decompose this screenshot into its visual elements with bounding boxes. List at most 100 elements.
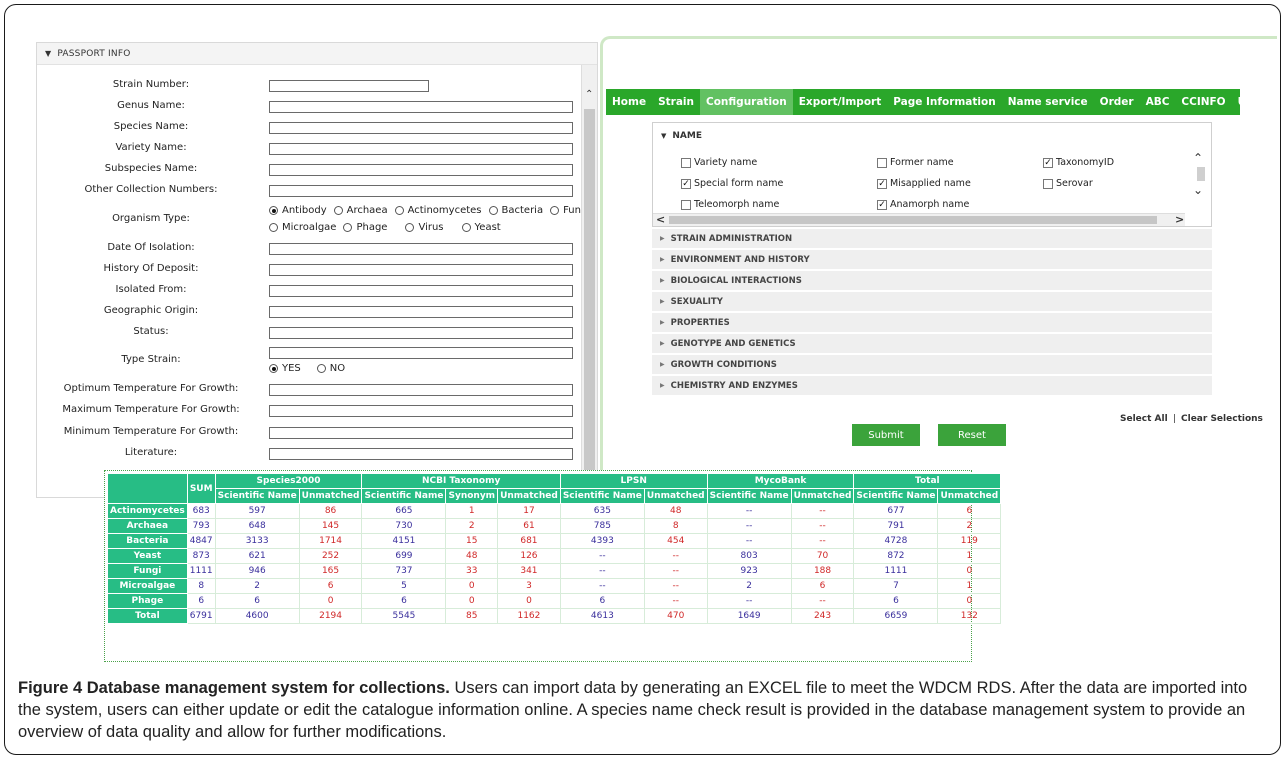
- checkbox-box[interactable]: [681, 157, 691, 168]
- date-of-isolation-input[interactable]: [269, 243, 573, 255]
- select-all-link[interactable]: Select All: [1120, 414, 1168, 424]
- nav-home[interactable]: Home: [606, 89, 652, 115]
- nav-user[interactable]: User: [1232, 89, 1271, 115]
- name-section-title: NAME: [672, 131, 702, 141]
- radio-yeast[interactable]: [461, 223, 471, 232]
- nav-page-information[interactable]: Page Information: [887, 89, 1001, 115]
- reset-button[interactable]: Reset: [938, 424, 1006, 446]
- maximum-temp-input[interactable]: [269, 405, 573, 417]
- section-biological-interactions[interactable]: ▶ BIOLOGICAL INTERACTIONS: [652, 271, 1212, 290]
- subspecies-name-input[interactable]: [269, 164, 573, 176]
- variety-name-input[interactable]: [269, 143, 573, 155]
- table-cell: 6: [361, 593, 447, 609]
- selection-links: Select All | Clear Selections: [1120, 414, 1263, 424]
- radio-yeast-label: Yeast: [474, 222, 501, 233]
- radio-microalgae[interactable]: [269, 223, 278, 232]
- scroll-down-icon[interactable]: ⌄: [1193, 183, 1203, 197]
- section-sexuality[interactable]: ▶ SEXUALITY: [652, 292, 1212, 311]
- table-body: Actinomycetes 683 597 86 665 1 17 635 48 -- -- 677 6…: [107, 503, 1002, 624]
- vertical-scroll-thumb[interactable]: [1197, 167, 1205, 181]
- column-header: Scientific Name: [559, 488, 645, 504]
- nav-strain[interactable]: Strain: [652, 89, 700, 115]
- nav-name-service[interactable]: Name service: [1002, 89, 1094, 115]
- scroll-left-icon[interactable]: <: [656, 213, 665, 226]
- checkbox-box[interactable]: [681, 199, 691, 210]
- passport-scrollbar[interactable]: ⌃: [581, 65, 597, 497]
- table-cell: 8: [643, 518, 708, 534]
- checkbox-anamorph-name[interactable]: ✓ Anamorph name: [877, 199, 969, 210]
- optimum-temp-input[interactable]: [269, 384, 573, 396]
- checkmark-icon[interactable]: ✓: [681, 178, 691, 189]
- checkbox-former-name[interactable]: Former name: [877, 157, 954, 168]
- radio-actinomycetes[interactable]: [394, 206, 404, 215]
- name-section-header[interactable]: ▼ NAME: [653, 123, 1211, 141]
- main-navbar: Home Strain Configuration Export/Import …: [606, 89, 1265, 115]
- type-strain-input[interactable]: [269, 347, 573, 359]
- section-strain-administration[interactable]: ▶ STRAIN ADMINISTRATION: [652, 229, 1212, 248]
- horizontal-scroll-thumb[interactable]: [669, 216, 1157, 224]
- checkmark-icon[interactable]: ✓: [1043, 157, 1053, 168]
- species-name-input[interactable]: [269, 122, 573, 134]
- radio-fungi[interactable]: [550, 206, 560, 215]
- section-chemistry-enzymes[interactable]: ▶ CHEMISTRY AND ENZYMES: [652, 376, 1212, 395]
- nav-ccinfo[interactable]: CCINFO: [1175, 89, 1231, 115]
- checkmark-icon[interactable]: ✓: [877, 199, 887, 210]
- checkbox-serovar[interactable]: Serovar: [1043, 178, 1093, 189]
- radio-no[interactable]: [316, 364, 326, 373]
- nav-abc[interactable]: ABC: [1140, 89, 1176, 115]
- name-horizontal-scrollbar[interactable]: < >: [653, 213, 1185, 226]
- table-cell: 6: [937, 503, 1002, 519]
- checkbox-misapplied-name[interactable]: ✓ Misapplied name: [877, 178, 971, 189]
- strain-number-input[interactable]: [269, 80, 429, 92]
- organism-type-radios-line2: Microalgae Phage Virus Yeast: [269, 222, 501, 233]
- checkbox-taxonomyid[interactable]: ✓ TaxonomyID: [1043, 157, 1114, 168]
- table-cell: 0: [445, 593, 499, 609]
- section-environment-history[interactable]: ▶ ENVIRONMENT AND HISTORY: [652, 250, 1212, 269]
- minimum-temp-input[interactable]: [269, 427, 573, 439]
- table-cell: 621: [214, 548, 300, 564]
- radio-antibody[interactable]: [269, 206, 278, 215]
- isolated-from-input[interactable]: [269, 285, 573, 297]
- name-vertical-scrollbar[interactable]: ⌃ ⌄: [1185, 149, 1211, 215]
- passport-info-header[interactable]: ▼ PASSPORT INFO: [37, 43, 597, 65]
- checkbox-box[interactable]: [877, 157, 887, 168]
- scroll-up-icon[interactable]: ⌃: [585, 89, 593, 100]
- nav-order[interactable]: Order: [1094, 89, 1140, 115]
- radio-archaea[interactable]: [333, 206, 343, 215]
- checkbox-teleomorph-name[interactable]: Teleomorph name: [681, 199, 779, 210]
- passport-scroll-thumb[interactable]: [584, 109, 595, 493]
- section-growth-conditions[interactable]: ▶ GROWTH CONDITIONS: [652, 355, 1212, 374]
- status-input[interactable]: [269, 327, 573, 339]
- table-cell: 0: [497, 593, 561, 609]
- submit-button[interactable]: Submit: [852, 424, 920, 446]
- radio-virus[interactable]: [405, 223, 415, 232]
- table-cell: 699: [361, 548, 447, 564]
- column-header: Unmatched: [790, 488, 855, 504]
- table-cell: 4151: [361, 533, 447, 549]
- nav-configuration[interactable]: Configuration: [700, 89, 793, 115]
- section-genotype-genetics[interactable]: ▶ GENOTYPE AND GENETICS: [652, 334, 1212, 353]
- checkmark-icon[interactable]: ✓: [877, 178, 887, 189]
- history-of-deposit-label: History Of Deposit:: [103, 263, 199, 274]
- table-row: Phage 6 6 0 6 0 0 6 -- -- -- 6 0: [107, 593, 1002, 609]
- clear-selections-link[interactable]: Clear Selections: [1181, 414, 1263, 424]
- history-of-deposit-input[interactable]: [269, 264, 573, 276]
- table-cell: 4600: [214, 608, 300, 624]
- radio-yes[interactable]: [269, 364, 278, 373]
- section-properties[interactable]: ▶ PROPERTIES: [652, 313, 1212, 332]
- checkbox-special-form-name[interactable]: ✓ Special form name: [681, 178, 783, 189]
- geographic-origin-input[interactable]: [269, 306, 573, 318]
- column-header: Unmatched: [497, 488, 561, 504]
- other-collection-numbers-input[interactable]: [269, 185, 573, 197]
- checkbox-label: Teleomorph name: [694, 199, 780, 210]
- genus-name-input[interactable]: [269, 101, 573, 113]
- radio-bacteria[interactable]: [488, 206, 498, 215]
- nav-export-import[interactable]: Export/Import: [793, 89, 887, 115]
- literature-input[interactable]: [269, 448, 573, 460]
- checkbox-variety-name[interactable]: Variety name: [681, 157, 757, 168]
- radio-phage[interactable]: [343, 223, 353, 232]
- scroll-right-icon[interactable]: >: [1175, 213, 1184, 226]
- scroll-up-icon[interactable]: ⌃: [1193, 151, 1203, 165]
- checkbox-box[interactable]: [1043, 178, 1053, 189]
- passport-info-title: PASSPORT INFO: [57, 48, 131, 59]
